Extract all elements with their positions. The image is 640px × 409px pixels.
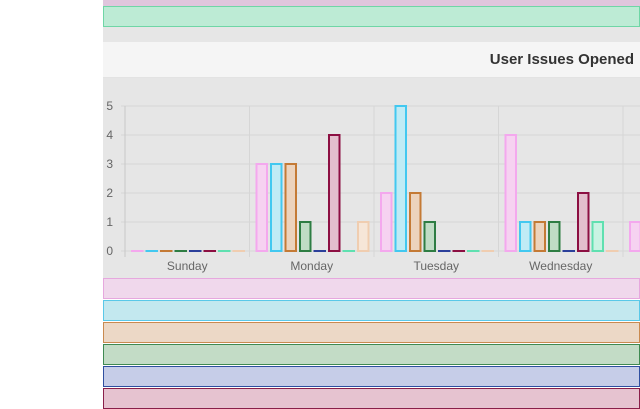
y-tick-label: 4 xyxy=(106,128,113,142)
bar xyxy=(329,135,340,251)
bar xyxy=(396,106,407,251)
chart-title: User Issues Opened xyxy=(490,51,634,68)
legend-item[interactable] xyxy=(103,388,640,409)
bar xyxy=(286,164,297,251)
legend-item[interactable] xyxy=(103,300,640,321)
left-blank-area xyxy=(0,0,103,400)
bar-chart: 0 1 2 3 4 5 Sunday Monday Tuesday Wednesday xyxy=(103,78,640,278)
x-tick-label: Sunday xyxy=(167,259,208,273)
bar xyxy=(271,164,282,251)
legend-item[interactable] xyxy=(103,322,640,343)
y-tick-label: 1 xyxy=(106,215,113,229)
bar xyxy=(520,222,531,251)
x-tick-label: Tuesday xyxy=(413,259,459,273)
x-tick-label: Wednesday xyxy=(529,259,592,273)
bar xyxy=(300,222,311,251)
y-tick-label: 0 xyxy=(106,244,113,258)
bar xyxy=(425,222,436,251)
bar xyxy=(257,164,268,251)
y-tick-label: 2 xyxy=(106,186,113,200)
bar xyxy=(630,222,640,251)
legend-item[interactable] xyxy=(103,344,640,365)
bar xyxy=(381,193,392,251)
bar xyxy=(358,222,369,251)
legend-item[interactable] xyxy=(103,278,640,299)
legend-item[interactable] xyxy=(103,366,640,387)
bar xyxy=(410,193,421,251)
x-tick-label: Monday xyxy=(290,259,333,273)
bar xyxy=(578,193,589,251)
bar xyxy=(549,222,560,251)
bar xyxy=(535,222,546,251)
bar xyxy=(506,135,517,251)
legend-item-top[interactable] xyxy=(103,6,640,27)
y-tick-label: 3 xyxy=(106,157,113,171)
chart-area: 0 1 2 3 4 5 Sunday Monday Tuesday Wednesday xyxy=(103,78,640,278)
panel-gap xyxy=(103,27,640,42)
chart-panel-header: User Issues Opened xyxy=(103,42,640,78)
bar xyxy=(593,222,604,251)
y-tick-label: 5 xyxy=(106,99,113,113)
